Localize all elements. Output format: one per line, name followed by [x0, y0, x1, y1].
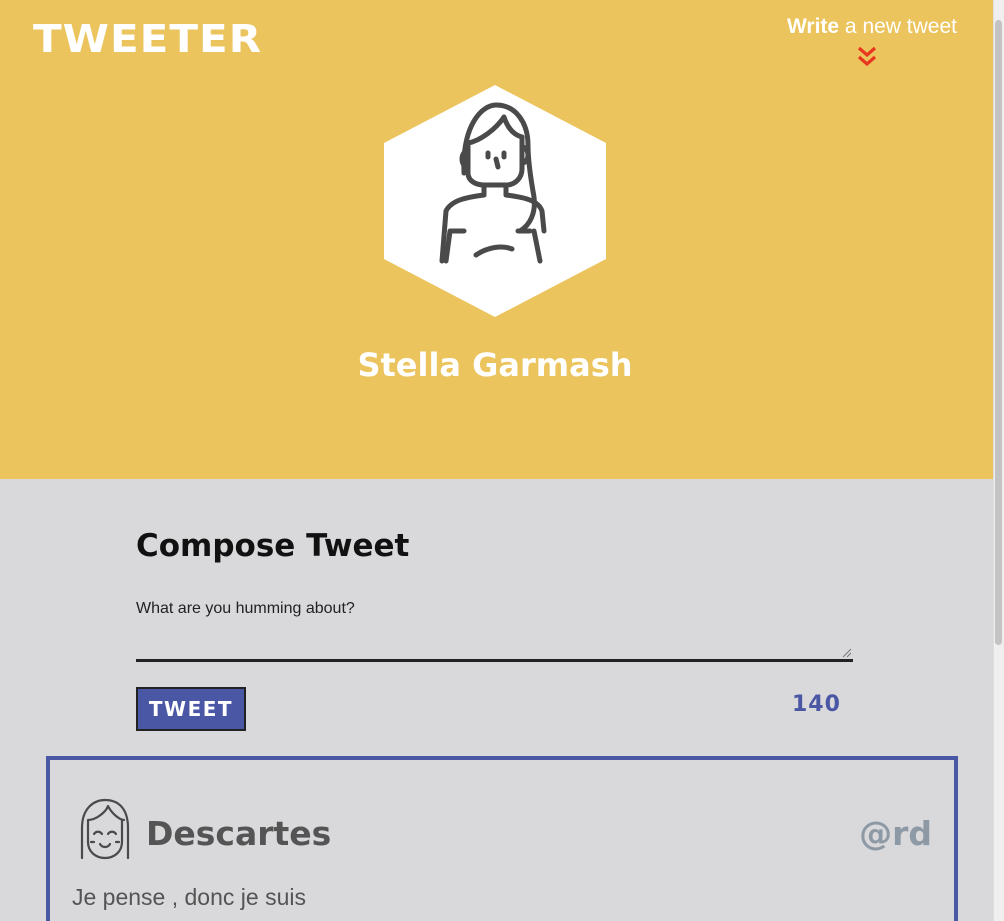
write-link-rest: a new tweet — [839, 15, 957, 38]
tweet-card: Descartes @rd Je pense , donc je suis — [46, 756, 958, 921]
woman-avatar-icon — [384, 85, 606, 317]
profile-name: Stella Garmash — [357, 346, 633, 384]
tweet-author-handle: @rd — [859, 814, 932, 853]
compose-title: Compose Tweet — [136, 528, 410, 564]
resize-grip-icon[interactable] — [842, 648, 852, 658]
scrollbar-thumb[interactable] — [995, 20, 1002, 645]
tweet-author-name: Descartes — [146, 814, 332, 853]
vertical-scrollbar[interactable] — [993, 0, 1004, 921]
tweet-button[interactable]: TWEET — [136, 687, 246, 731]
write-new-tweet-link[interactable]: Write a new tweet — [786, 14, 957, 67]
tweet-body-text: Je pense , donc je suis — [72, 884, 306, 910]
smiling-girl-avatar-icon — [80, 798, 130, 860]
character-counter: 140 — [792, 692, 841, 717]
app-logo[interactable]: TWEETER — [33, 16, 262, 61]
profile-header: TWEETER Write a new tweet Stella Garmash — [0, 0, 993, 479]
double-chevron-down-icon — [857, 46, 877, 67]
write-link-bold: Write — [786, 15, 840, 38]
tweet-input[interactable] — [136, 600, 853, 662]
